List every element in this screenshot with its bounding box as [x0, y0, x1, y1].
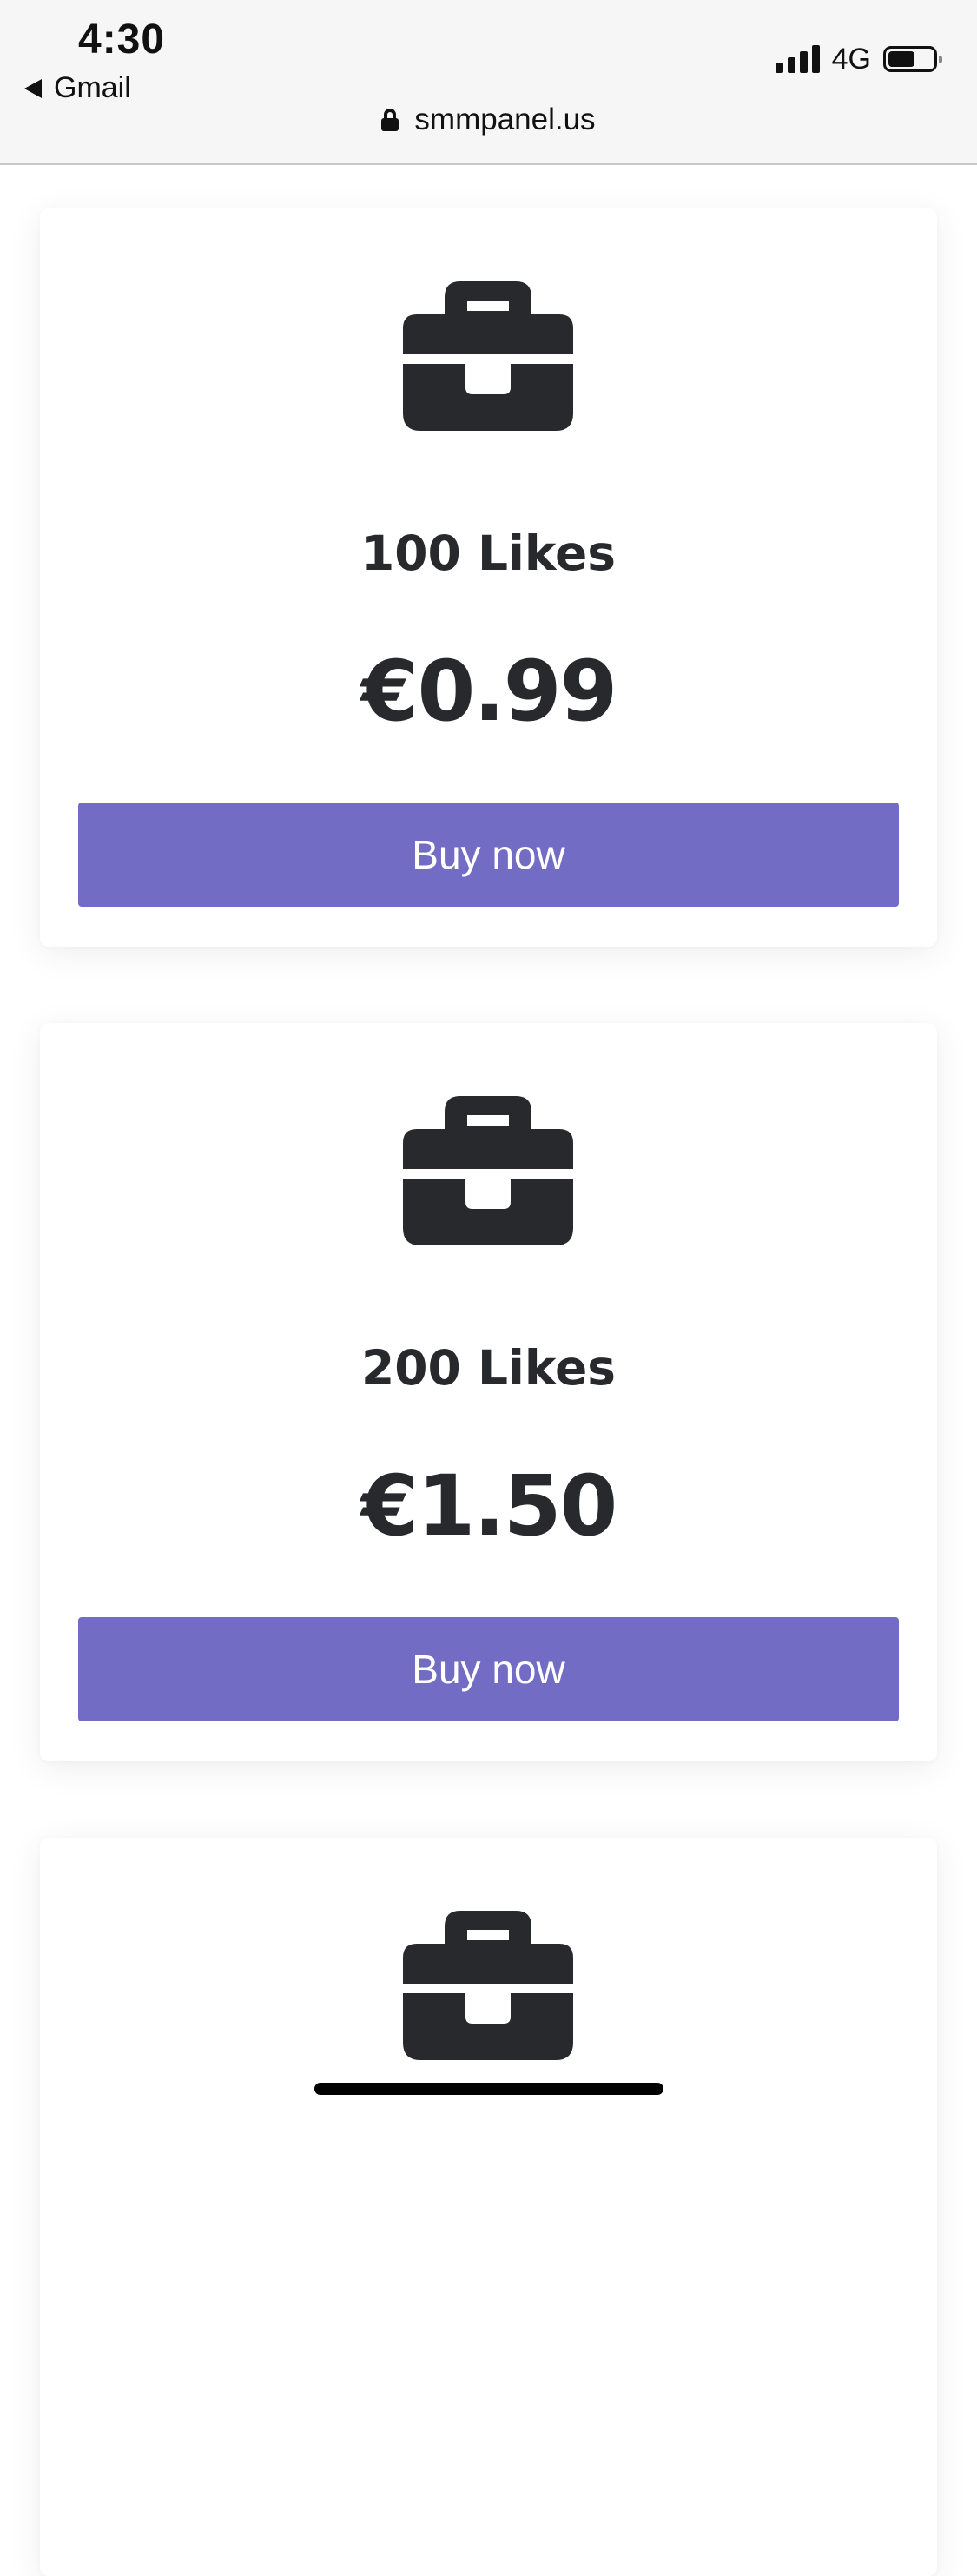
back-app-label: Gmail — [54, 71, 131, 104]
briefcase-icon — [403, 1911, 573, 2060]
home-indicator[interactable] — [314, 2083, 663, 2095]
card-price: €1.50 — [360, 1457, 618, 1555]
cellular-signal-icon — [775, 45, 820, 73]
url-text: smmpanel.us — [414, 102, 596, 136]
status-indicators: 4G — [775, 42, 942, 76]
status-time: 4:30 — [78, 17, 166, 63]
buy-now-button[interactable]: Buy now — [78, 1617, 899, 1721]
lock-icon — [381, 109, 399, 131]
briefcase-icon — [403, 281, 573, 431]
card-title: 100 Likes — [361, 525, 616, 581]
card-title: 200 Likes — [361, 1340, 616, 1396]
product-card: 200 Likes €1.50 Buy now — [40, 1023, 937, 1761]
battery-icon — [883, 46, 942, 72]
buy-now-button[interactable]: Buy now — [78, 803, 899, 907]
network-type: 4G — [831, 42, 871, 76]
browser-top-bar: 4:30 Gmail 4G smmpanel.us — [0, 0, 977, 165]
address-bar[interactable]: smmpanel.us — [0, 102, 977, 137]
product-card: 100 Likes €0.99 Buy now — [40, 208, 937, 947]
back-to-gmail-button[interactable]: Gmail — [24, 71, 131, 105]
product-card — [40, 1838, 937, 2576]
card-price: €0.99 — [360, 643, 618, 740]
back-arrow-icon — [24, 78, 42, 98]
briefcase-icon — [403, 1096, 573, 1245]
